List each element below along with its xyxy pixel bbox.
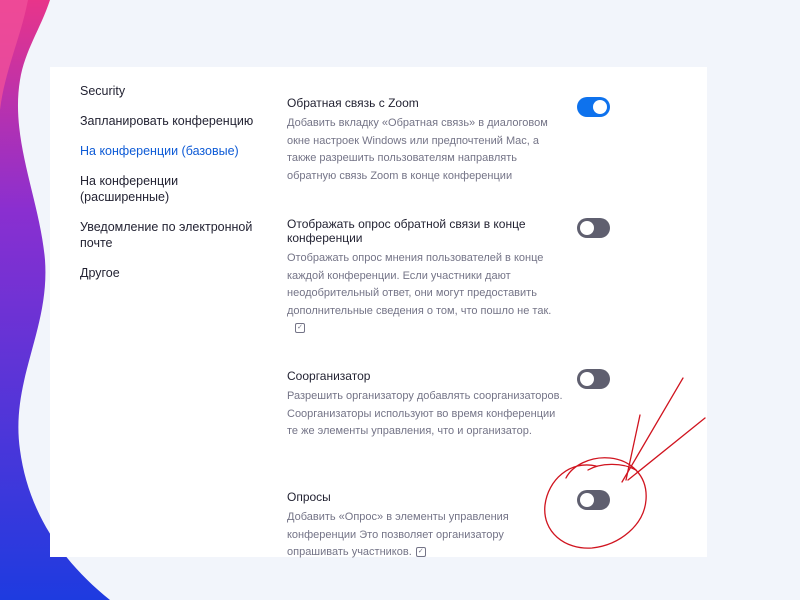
sidebar-item-security[interactable]: Security: [80, 83, 270, 99]
setting-description-text: Добавить «Опрос» в элементы управления к…: [287, 511, 509, 558]
setting-description-text: Отображать опрос мнения пользователей в …: [287, 252, 552, 317]
settings-sidebar: Security Запланировать конференцию На ко…: [80, 83, 270, 295]
co-host-toggle[interactable]: [577, 369, 610, 389]
setting-title: Соорганизатор: [287, 369, 371, 383]
feedback-zoom-toggle[interactable]: [577, 97, 610, 117]
sidebar-item-in-meeting-advanced[interactable]: На конференции (расширенные): [80, 173, 270, 205]
setting-description: Разрешить организатору добавлять соорган…: [287, 390, 563, 437]
toggle-knob: [580, 372, 594, 386]
toggle-knob: [593, 100, 607, 114]
sidebar-item-other[interactable]: Другое: [80, 265, 270, 281]
setting-title: Обратная связь с Zoom: [287, 96, 419, 110]
verified-badge-icon: ✓: [295, 323, 305, 334]
setting-description: Добавить «Опрос» в элементы управления к…: [287, 509, 567, 562]
setting-polling: Опросы Добавить «Опрос» в элементы управ…: [287, 490, 567, 562]
setting-co-host: Соорганизатор Разрешить организатору доб…: [287, 369, 567, 441]
toggle-knob: [580, 221, 594, 235]
setting-title: Отображать опрос обратной связи в конце …: [287, 217, 526, 245]
verified-badge-icon: ✓: [415, 547, 426, 558]
setting-end-of-meeting-survey: Отображать опрос обратной связи в конце …: [287, 217, 567, 338]
settings-panel: Security Запланировать конференцию На ко…: [50, 67, 707, 558]
setting-description: Отображать опрос мнения пользователей в …: [287, 250, 567, 338]
sidebar-item-schedule-meeting[interactable]: Запланировать конференцию: [80, 113, 270, 129]
end-of-meeting-survey-toggle[interactable]: [577, 218, 610, 238]
setting-title: Опросы: [287, 490, 331, 504]
toggle-knob: [580, 493, 594, 507]
setting-description: Добавить вкладку «Обратная связь» в диал…: [287, 117, 548, 182]
sidebar-item-email-notification[interactable]: Уведомление по электронной почте: [80, 219, 270, 251]
setting-feedback-zoom: Обратная связь с Zoom Добавить вкладку «…: [287, 96, 567, 185]
sidebar-item-in-meeting-basic[interactable]: На конференции (базовые): [80, 143, 270, 159]
polling-toggle[interactable]: [577, 490, 610, 510]
